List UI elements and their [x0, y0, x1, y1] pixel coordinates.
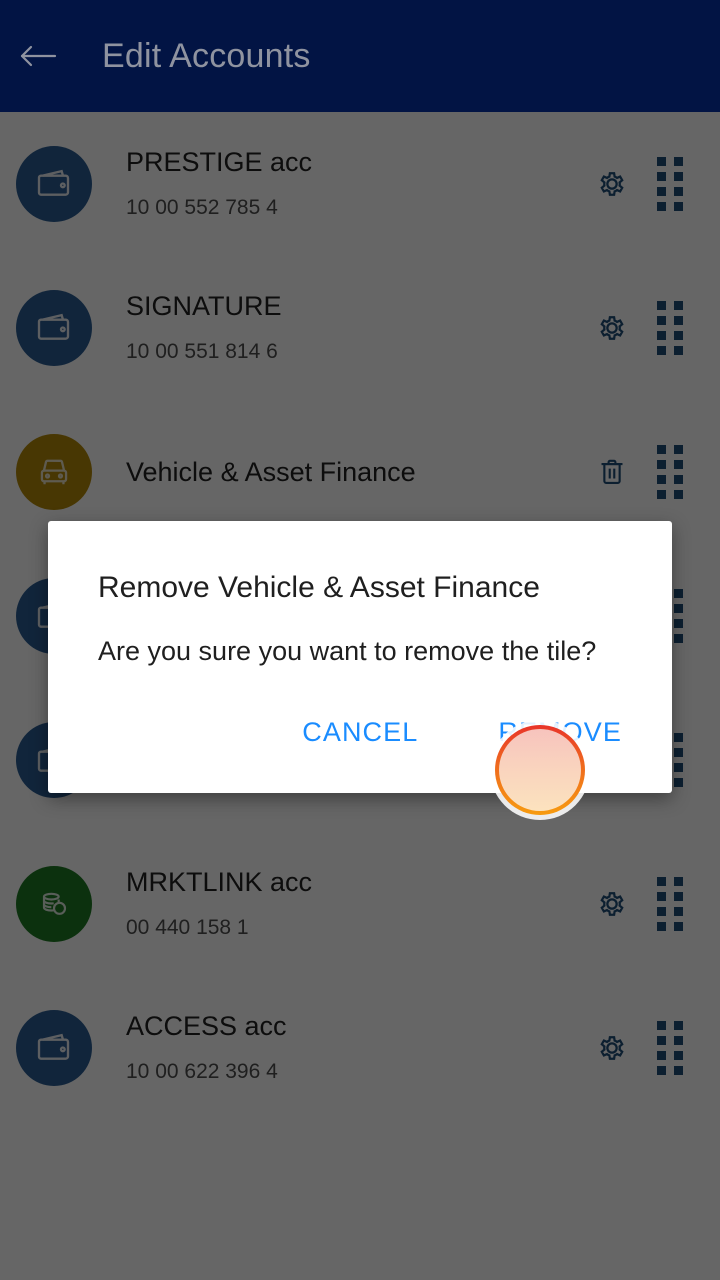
page-title: Edit Accounts [102, 36, 311, 75]
dialog-actions: CANCEL REMOVE [98, 671, 638, 793]
back-button[interactable] [0, 0, 76, 112]
app-bar: Edit Accounts [0, 0, 720, 112]
back-arrow-icon [20, 45, 57, 67]
cancel-button[interactable]: CANCEL [290, 707, 430, 758]
remove-confirmation-dialog: Remove Vehicle & Asset Finance Are you s… [48, 521, 672, 793]
dialog-message: Are you sure you want to remove the tile… [98, 636, 597, 666]
dialog-title: Remove Vehicle & Asset Finance [98, 571, 540, 604]
remove-button[interactable]: REMOVE [486, 707, 634, 758]
screen-root: PRESTIGE acc 10 00 552 785 4 [0, 0, 720, 1280]
